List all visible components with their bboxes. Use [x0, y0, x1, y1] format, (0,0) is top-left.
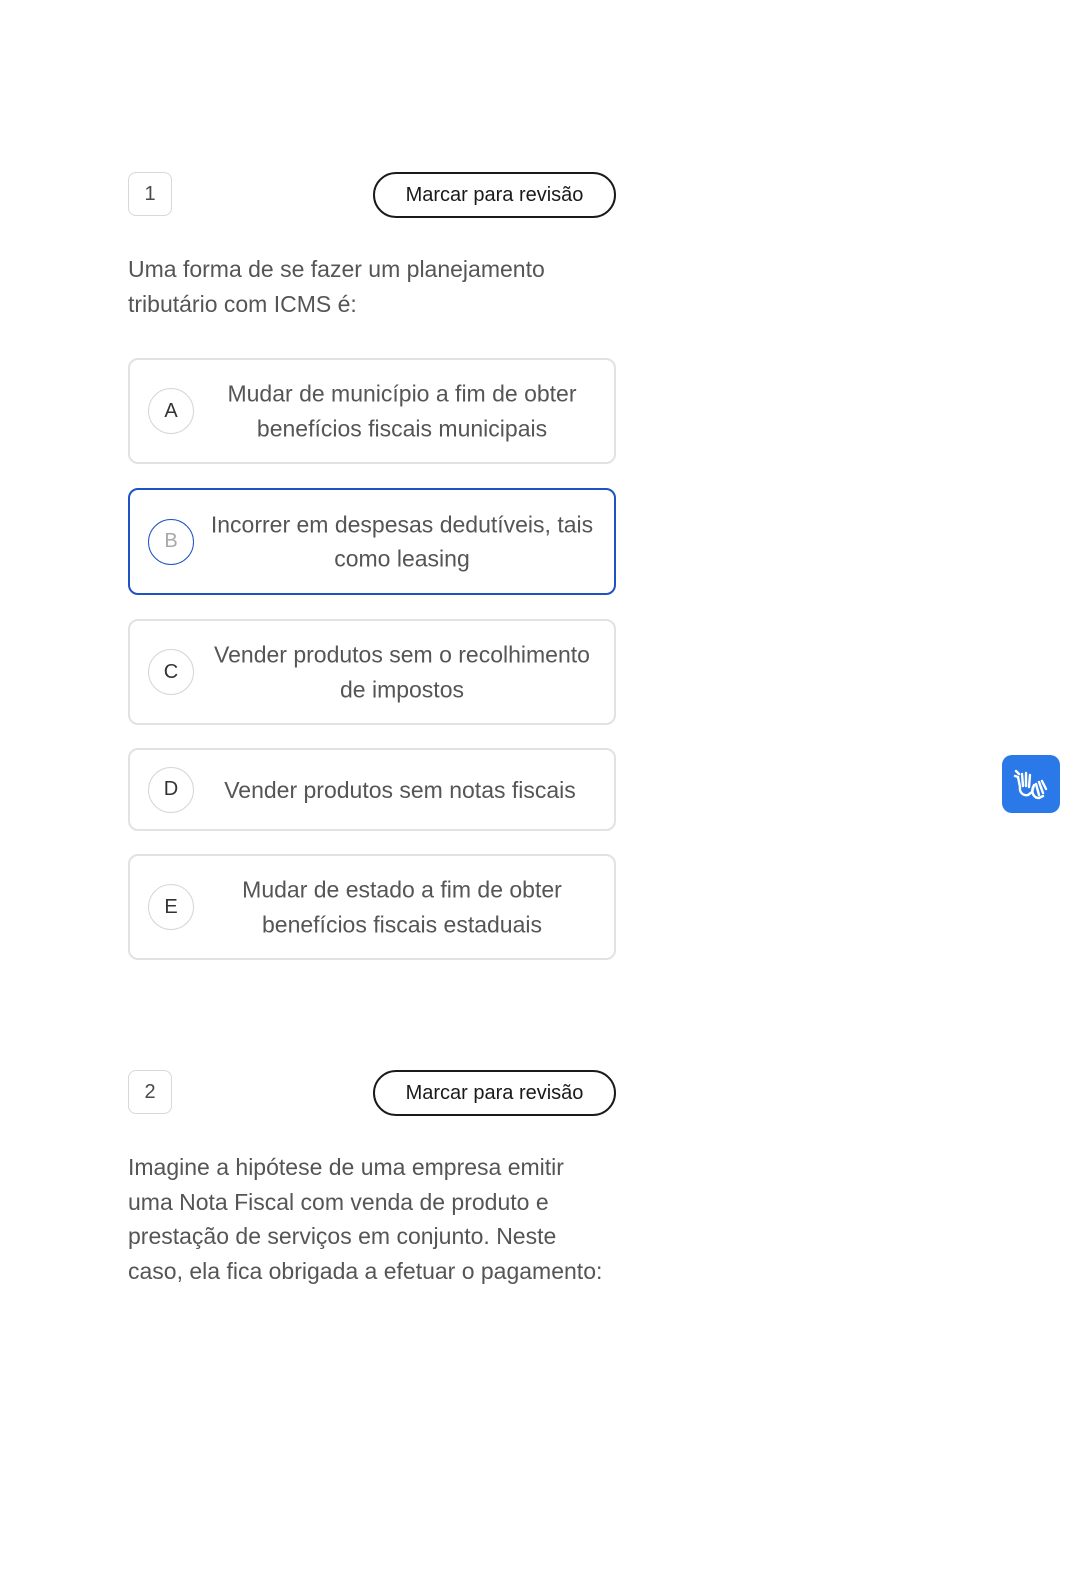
mark-for-review-button[interactable]: Marcar para revisão	[373, 1070, 616, 1116]
option-letter: A	[148, 388, 194, 434]
option-e[interactable]: E Mudar de estado a fim de obter benefíc…	[128, 854, 616, 960]
sign-language-hands-icon	[1013, 769, 1048, 800]
question-number: 2	[128, 1070, 172, 1114]
option-letter: E	[148, 884, 194, 930]
option-letter: B	[148, 518, 194, 565]
option-text: Mudar de estado a fim de obter benefício…	[242, 876, 562, 938]
mark-for-review-button[interactable]: Marcar para revisão	[373, 172, 616, 218]
option-text: Mudar de município a fim de obter benefí…	[227, 380, 577, 442]
question-text: Imagine a hipótese de uma empresa emitir…	[128, 1154, 603, 1284]
question-header: 2 Marcar para revisão	[128, 1070, 616, 1116]
question-2: 2 Marcar para revisão Imagine a hipótese…	[128, 1070, 616, 1288]
option-text: Vender produtos sem notas fiscais	[224, 776, 576, 803]
question-header: 1 Marcar para revisão	[128, 172, 616, 218]
question-number: 1	[128, 172, 172, 216]
question-1: 1 Marcar para revisão Uma forma de se fa…	[128, 172, 616, 960]
option-b[interactable]: B Incorrer em despesas dedutíveis, tais …	[128, 488, 616, 595]
option-a[interactable]: A Mudar de município a fim de obter bene…	[128, 358, 616, 464]
question-text: Uma forma de se fazer um planejamento tr…	[128, 256, 545, 317]
option-c[interactable]: C Vender produtos sem o recolhimento de …	[128, 619, 616, 725]
option-text: Incorrer em despesas dedutíveis, tais co…	[210, 511, 594, 572]
option-text: Vender produtos sem o recolhimento de im…	[214, 641, 590, 703]
option-letter: C	[148, 649, 194, 695]
option-d[interactable]: D Vender produtos sem notas fiscais	[128, 748, 616, 831]
accessibility-widget-button[interactable]	[1002, 755, 1060, 813]
option-letter: D	[148, 766, 194, 813]
